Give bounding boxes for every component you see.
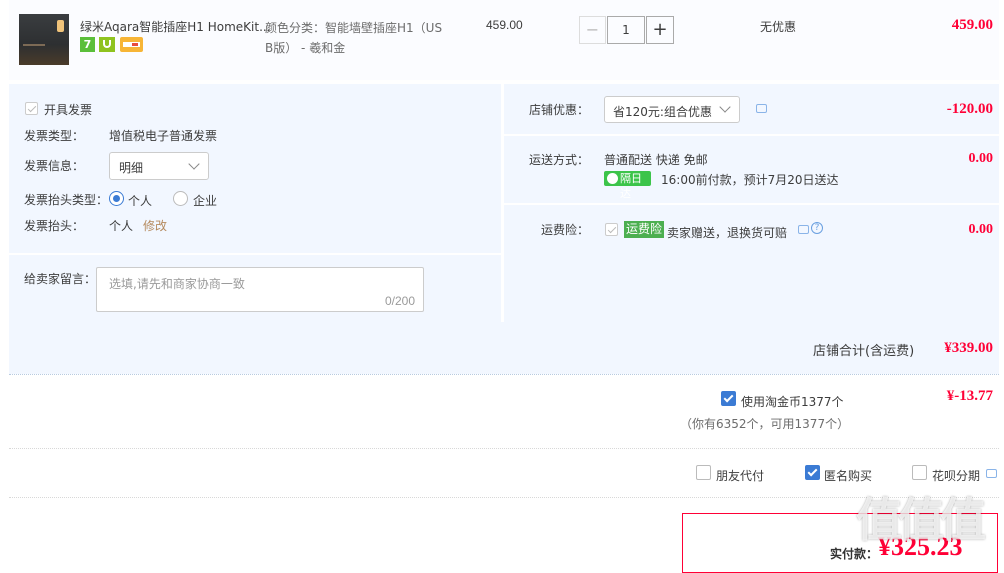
shop-divider-1 — [504, 134, 999, 136]
invoice-checkbox-label: 开具发票 — [44, 103, 93, 117]
product-variant: 颜色分类：智能墙壁插座H1（US B版） - 羲和金 — [265, 18, 450, 58]
credit-card-chip — [132, 43, 138, 46]
product-row — [9, 0, 999, 80]
shop-total-label: 店铺合计(含运费) — [813, 344, 915, 359]
chevron-down-icon — [188, 158, 200, 170]
quantity-input[interactable]: 1 — [607, 16, 645, 44]
invoice-info-label: 发票信息： — [24, 159, 85, 173]
invoice-type-value: 增值税电子普通发票 — [109, 129, 218, 143]
radio-personal[interactable] — [109, 191, 124, 206]
invoice-header-value: 个人 — [109, 219, 134, 233]
delivery-value: 普通配送 快递 免邮 — [604, 153, 708, 167]
quantity-minus-button[interactable]: − — [579, 16, 606, 44]
message-counter: 0/200 — [384, 294, 415, 308]
options-divider — [9, 497, 999, 498]
unit-price: 459.00 — [486, 18, 523, 32]
friend-pay-label: 朋友代付 — [716, 469, 765, 483]
delivery-amount: 0.00 — [968, 151, 994, 166]
help-icon[interactable]: ? — [811, 222, 823, 234]
badge-guarantee-mark — [103, 40, 111, 48]
chat-icon[interactable] — [986, 469, 997, 478]
huabei-label: 花呗分期 — [932, 469, 981, 483]
invoice-header-type-label: 发票抬头类型： — [24, 193, 109, 207]
coins-divider — [9, 448, 999, 449]
message-placeholder: 选填,请先和商家协商一致 — [109, 277, 245, 291]
coins-checkbox[interactable] — [721, 391, 736, 406]
friend-pay-checkbox[interactable] — [696, 465, 711, 480]
invoice-checkbox[interactable] — [25, 102, 38, 115]
invoice-info-value: 明细 — [119, 161, 144, 175]
radio-company-label: 企业 — [193, 194, 218, 208]
radio-company[interactable] — [173, 191, 188, 206]
insurance-checkbox[interactable] — [605, 223, 618, 236]
insurance-text: 卖家赠送，退换货可赔 — [667, 226, 788, 240]
chat-icon[interactable] — [756, 104, 767, 113]
product-subtotal: 459.00 — [951, 17, 993, 33]
shop-coupon-label: 店铺优惠： — [529, 103, 590, 117]
variant-line-2: B版） - 羲和金 — [265, 41, 346, 55]
invoice-divider — [9, 253, 501, 255]
coins-label: 使用淘金币1377个 — [741, 395, 844, 409]
badge-guarantee-icon — [99, 37, 115, 52]
next-day-badge: 隔日达 — [604, 171, 651, 200]
quantity-stepper[interactable]: − 1 + — [579, 16, 674, 44]
anonymous-label: 匿名购买 — [824, 469, 873, 483]
chevron-down-icon — [719, 101, 731, 113]
thumbnail-lamp — [57, 20, 64, 32]
anonymous-checkbox[interactable] — [805, 465, 820, 480]
variant-line-1: 颜色分类：智能墙壁插座H1（US — [265, 21, 443, 35]
radio-personal-label: 个人 — [128, 194, 153, 208]
message-textarea[interactable]: 选填,请先和商家协商一致 0/200 — [96, 267, 424, 312]
badge-7-label: 7 — [83, 38, 92, 51]
coins-amount: ¥-13.77 — [946, 388, 993, 404]
delivery-label: 运送方式： — [529, 153, 590, 167]
shop-coupon-amount: -120.00 — [946, 101, 993, 117]
chat-icon[interactable] — [798, 225, 809, 234]
insurance-amount: 0.00 — [968, 222, 994, 237]
shop-total-divider — [9, 374, 999, 375]
thumbnail-shelf — [23, 44, 45, 46]
invoice-header-label: 发票抬头： — [24, 219, 85, 233]
shop-total-value: ¥339.00 — [944, 340, 993, 356]
huabei-checkbox[interactable] — [912, 465, 927, 480]
site-watermark: 值值值 — [856, 493, 986, 547]
shop-coupon-value: 省120元:组合优惠 — [613, 105, 712, 119]
product-title[interactable]: 绿米Aqara智能插座H1 HomeKit... — [80, 18, 271, 35]
insurance-label: 运费险： — [541, 223, 590, 237]
invoice-info-select[interactable]: 明细 — [109, 152, 209, 180]
message-label: 给卖家留言： — [24, 272, 97, 286]
next-day-badge-label: 隔日达 — [620, 172, 642, 200]
invoice-type-label: 发票类型： — [24, 129, 85, 143]
shop-coupon-select[interactable]: 省120元:组合优惠 — [604, 96, 740, 123]
coins-note: （你有6352个，可用1377个） — [680, 417, 850, 431]
quantity-plus-button[interactable]: + — [646, 16, 674, 44]
credit-card-icon — [120, 37, 143, 52]
discount-text: 无优惠 — [760, 20, 797, 34]
invoice-modify-link[interactable]: 修改 — [143, 217, 167, 234]
product-thumbnail[interactable] — [19, 14, 69, 65]
badge-7-day-return: 7 — [80, 37, 95, 52]
insurance-badge: 运费险 — [624, 221, 665, 238]
shop-divider-2 — [504, 203, 999, 205]
lightning-icon — [607, 173, 618, 184]
delivery-note: 16:00前付款，预计7月20日送达 — [661, 173, 839, 187]
